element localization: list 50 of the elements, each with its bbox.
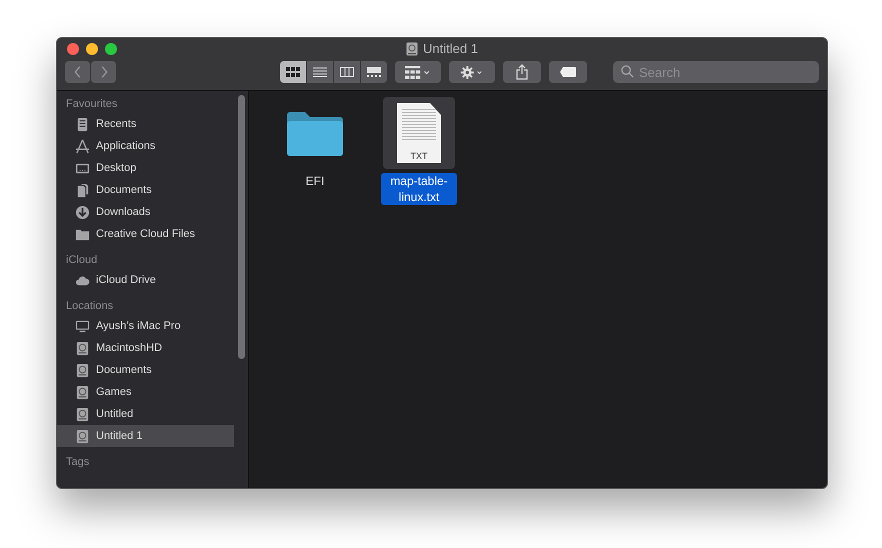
share-icon bbox=[516, 64, 528, 80]
tag-button[interactable] bbox=[549, 61, 587, 83]
sidebar-item[interactable]: Ayush’s iMac Pro bbox=[57, 315, 234, 337]
applications-icon bbox=[75, 138, 90, 154]
zoom-button[interactable] bbox=[105, 43, 117, 55]
sidebar-item[interactable]: MacintoshHD bbox=[57, 337, 234, 359]
sidebar-section-title: Favourites bbox=[65, 97, 118, 112]
file-name[interactable]: EFI bbox=[277, 173, 353, 189]
columns-icon bbox=[340, 67, 354, 77]
minimize-button[interactable] bbox=[86, 43, 98, 55]
tag-icon bbox=[560, 67, 576, 77]
window-title: Untitled 1 bbox=[423, 41, 478, 56]
view-mode-button[interactable] bbox=[361, 61, 387, 83]
chevron-left-icon bbox=[72, 65, 82, 79]
view-mode-button[interactable] bbox=[334, 61, 360, 83]
sidebar-item[interactable]: Untitled bbox=[57, 403, 234, 425]
search-icon bbox=[621, 65, 634, 78]
sidebar-item[interactable]: Games bbox=[57, 381, 234, 403]
folder-icon[interactable] bbox=[285, 109, 345, 157]
computer-icon bbox=[75, 318, 90, 334]
sidebar-section-title: iCloud bbox=[65, 253, 98, 268]
documents-icon bbox=[75, 182, 90, 198]
share-button[interactable] bbox=[503, 61, 541, 83]
sidebar-item[interactable]: Recents bbox=[57, 113, 234, 135]
group-button[interactable] bbox=[395, 61, 441, 83]
sidebar-item[interactable]: Desktop bbox=[57, 157, 234, 179]
close-button[interactable] bbox=[67, 43, 79, 55]
view-mode-button[interactable] bbox=[307, 61, 333, 83]
sidebar-item[interactable]: iCloud Drive bbox=[57, 269, 234, 291]
sidebar-item[interactable]: Downloads bbox=[57, 201, 234, 223]
file-name[interactable]: map-table-linux.txt bbox=[381, 173, 457, 205]
forward-button[interactable] bbox=[91, 61, 116, 83]
view-mode-button[interactable] bbox=[280, 61, 306, 83]
recents-icon bbox=[75, 116, 90, 132]
sidebar-item[interactable]: Documents bbox=[57, 179, 234, 201]
sidebar-item[interactable]: Creative Cloud Files bbox=[57, 223, 234, 245]
group-grid-icon bbox=[405, 66, 431, 78]
sidebar-item[interactable]: Documents bbox=[57, 359, 234, 381]
gallery-icon bbox=[367, 67, 381, 77]
text-document-icon[interactable]: TXT bbox=[397, 103, 441, 163]
scrollbar-thumb[interactable] bbox=[238, 95, 244, 359]
grid-icon bbox=[286, 67, 300, 77]
sidebar-section-title: Tags bbox=[65, 455, 90, 470]
sidebar-item[interactable]: Applications bbox=[57, 135, 234, 157]
sidebar-item[interactable]: Untitled 1 bbox=[57, 425, 234, 447]
downloads-icon bbox=[75, 204, 90, 220]
list-icon bbox=[313, 67, 327, 77]
sidebar-section-title: Locations bbox=[65, 299, 114, 314]
settings-button[interactable] bbox=[449, 61, 495, 83]
back-button[interactable] bbox=[65, 61, 90, 83]
